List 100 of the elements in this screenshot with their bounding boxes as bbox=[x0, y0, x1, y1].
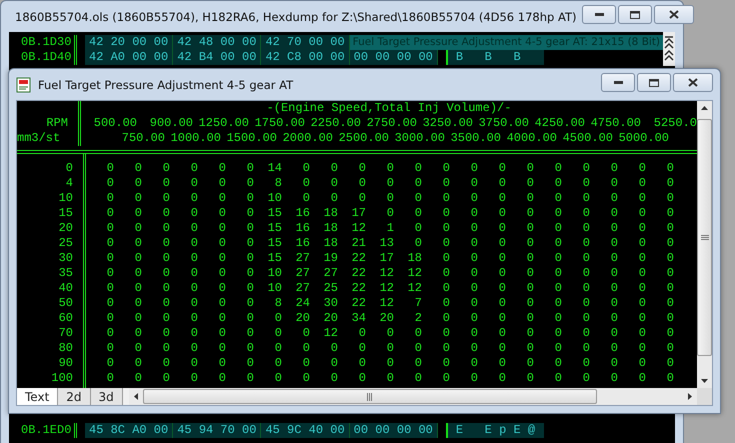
table-cell-text: 0 bbox=[582, 281, 590, 296]
table-cell-text: 0 bbox=[162, 251, 170, 266]
table-cell-text: 0 bbox=[414, 176, 422, 191]
table-cell-text: 0 bbox=[526, 221, 534, 236]
table-cell-text: 0 bbox=[498, 176, 506, 191]
table-cell-text: 0 bbox=[190, 251, 198, 266]
table-cell-text: 0 bbox=[106, 251, 114, 266]
tab[interactable]: 2d bbox=[58, 388, 91, 405]
row-header: 60 bbox=[17, 311, 86, 326]
table-cell-text: 0 bbox=[638, 266, 646, 281]
table-cell-text: 0 bbox=[442, 251, 450, 266]
scrollbar-thumb[interactable] bbox=[142, 389, 597, 404]
column-header: 750.00 bbox=[120, 131, 165, 146]
table-cell-text: 0 bbox=[526, 341, 534, 356]
column-header: 1750.00 bbox=[254, 116, 305, 131]
table-cell-text: 0 bbox=[246, 296, 254, 311]
maximize-button[interactable] bbox=[637, 73, 671, 92]
table-cell-text: 0 bbox=[330, 356, 338, 371]
table-cell-text: 0 bbox=[498, 326, 506, 341]
maximize-button[interactable] bbox=[618, 5, 652, 24]
table-cell-text: 0 bbox=[610, 160, 618, 176]
table-cell-text: 0 bbox=[526, 326, 534, 341]
table-cell-text: 0 bbox=[610, 326, 618, 341]
table-cell-text: 0 bbox=[414, 341, 422, 356]
table-cell-text: 8 bbox=[274, 176, 282, 191]
table-cell-text: 16 bbox=[294, 206, 310, 221]
table-cell-text: 20 bbox=[378, 311, 394, 326]
table-cell-text: 0 bbox=[162, 296, 170, 311]
table-cell-text: 0 bbox=[554, 236, 562, 251]
table-cell-text: 0 bbox=[218, 160, 226, 176]
window-title: Fuel Target Pressure Adjustment 4-5 gear AT bbox=[38, 78, 294, 92]
table-cell-text: 0 bbox=[218, 356, 226, 371]
table-cell-text: 0 bbox=[134, 326, 142, 341]
table-cell-text: 0 bbox=[582, 326, 590, 341]
table-cell-text: 0 bbox=[638, 341, 646, 356]
hex-bytes: 42 70 00 00 bbox=[261, 35, 350, 50]
table-cell-text: 0 bbox=[498, 191, 506, 206]
horizontal-scrollbar[interactable] bbox=[128, 388, 697, 405]
table-cell-text: 0 bbox=[470, 296, 478, 311]
table-cell-text: 0 bbox=[106, 206, 114, 221]
table-cell-text: 0 bbox=[526, 311, 534, 326]
table-cell-text: 0 bbox=[330, 341, 338, 356]
vertical-scrollbar[interactable] bbox=[663, 32, 676, 66]
table-cell-text: 0 bbox=[246, 206, 254, 221]
table-cell-text: 0 bbox=[162, 206, 170, 221]
column-header: 900.00 bbox=[148, 116, 193, 131]
table-cell-text: 0 bbox=[610, 221, 618, 236]
table-cell-text: 0 bbox=[162, 266, 170, 281]
minimize-button[interactable] bbox=[601, 73, 635, 92]
close-button[interactable] bbox=[654, 5, 694, 24]
table-cell-text: 25 bbox=[322, 281, 338, 296]
table-cell-text: 0 bbox=[526, 206, 534, 221]
vertical-scrollbar[interactable] bbox=[697, 101, 712, 388]
table-cell-text: 0 bbox=[162, 371, 170, 386]
table-cell-text: 0 bbox=[414, 221, 422, 236]
map-annotation: Fuel Target Pressure Adjustment 4-5 gear AT: 21x15 (8 Bit) bbox=[350, 35, 664, 50]
table-cell-text: 0 bbox=[302, 326, 310, 341]
table-cell-text: 0 bbox=[274, 326, 282, 341]
hex-bytes: 45 9C 40 00 bbox=[261, 423, 350, 438]
table-cell-text: 0 bbox=[666, 311, 674, 326]
table-cell-text: 0 bbox=[666, 160, 674, 176]
hex-bytes: 42 C8 00 00 bbox=[261, 50, 350, 65]
column-header: 2000.00 bbox=[282, 131, 333, 146]
row-header: 4 bbox=[17, 176, 86, 191]
table-cell-text: 0 bbox=[554, 341, 562, 356]
row-header: 20 bbox=[17, 221, 86, 236]
table-cell-text: 0 bbox=[442, 326, 450, 341]
table-cell-text: 0 bbox=[386, 160, 394, 176]
tab[interactable]: Text bbox=[17, 388, 58, 405]
table-cell-text: 0 bbox=[190, 176, 198, 191]
table-cell-text: 0 bbox=[134, 371, 142, 386]
table-cell-text: 12 bbox=[378, 266, 394, 281]
table-cell-text: 10 bbox=[266, 266, 282, 281]
table-cell-text: 0 bbox=[358, 176, 366, 191]
table-cell-text: 0 bbox=[414, 326, 422, 341]
table-cell-text: 12 bbox=[378, 281, 394, 296]
table-cell-text: 24 bbox=[294, 296, 310, 311]
table-cell-text: 0 bbox=[190, 341, 198, 356]
tab[interactable]: 3d bbox=[90, 388, 123, 405]
minimize-icon bbox=[594, 12, 604, 16]
window-title: 1860B55704.ols (1860B55704), H182RA6, Hexdump for Z:\Shared\1860B55704 (4D56 178hp AT) bbox=[15, 10, 576, 24]
ascii-text: B B B bbox=[446, 50, 544, 65]
hex-address: 0B.1D40 bbox=[9, 50, 77, 65]
table-cell-text: 0 bbox=[442, 236, 450, 251]
table-cell-text: 0 bbox=[610, 311, 618, 326]
table-cell-text: 0 bbox=[442, 266, 450, 281]
document-icon bbox=[16, 76, 32, 92]
minimize-button[interactable] bbox=[582, 5, 616, 24]
hex-bytes: 00 00 00 00 bbox=[350, 423, 438, 438]
close-button[interactable] bbox=[673, 73, 713, 92]
table-cell-text: 0 bbox=[386, 371, 394, 386]
table-cell-text: 0 bbox=[218, 341, 226, 356]
table-cell-text: 0 bbox=[190, 296, 198, 311]
table-cell-text: 0 bbox=[666, 266, 674, 281]
row-header: 40 bbox=[17, 281, 86, 296]
table-cell-text: 0 bbox=[386, 341, 394, 356]
table-cell-text: 0 bbox=[162, 160, 170, 176]
table-cell-text: 0 bbox=[638, 281, 646, 296]
column-header: 3500.00 bbox=[450, 131, 501, 146]
scrollbar-thumb[interactable] bbox=[697, 119, 712, 356]
